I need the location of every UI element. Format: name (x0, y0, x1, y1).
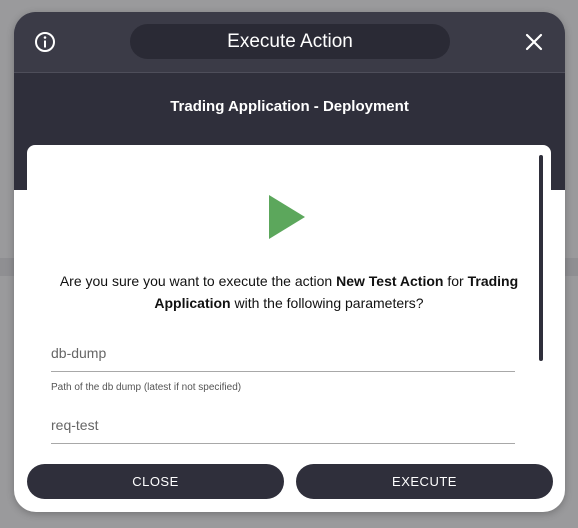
db-dump-input[interactable] (51, 345, 515, 372)
play-icon (269, 195, 305, 239)
dialog-titlebar: Execute Action (14, 12, 565, 73)
info-icon[interactable] (34, 31, 56, 53)
action-name: New Test Action (336, 273, 444, 289)
close-icon[interactable] (524, 32, 544, 52)
dialog-subtitle: Trading Application - Deployment (170, 98, 409, 115)
req-test-input[interactable] (51, 417, 515, 444)
execute-action-dialog: Execute Action Trading Application - Dep… (14, 12, 565, 512)
confirmation-suffix: with the following parameters? (234, 295, 424, 311)
confirmation-middle: for (447, 273, 464, 289)
db-dump-field (51, 345, 515, 372)
confirmation-prefix: Are you sure you want to execute the act… (59, 273, 333, 289)
confirmation-message: Are you sure you want to execute the act… (47, 270, 531, 314)
db-dump-hint: Path of the db dump (latest if not speci… (51, 382, 242, 393)
execute-button[interactable]: EXECUTE (296, 464, 553, 499)
scrollbar[interactable] (539, 155, 543, 361)
dialog-title: Execute Action (130, 24, 450, 59)
close-button[interactable]: CLOSE (27, 464, 284, 499)
req-test-field (51, 417, 515, 444)
confirmation-card: Are you sure you want to execute the act… (27, 145, 551, 451)
